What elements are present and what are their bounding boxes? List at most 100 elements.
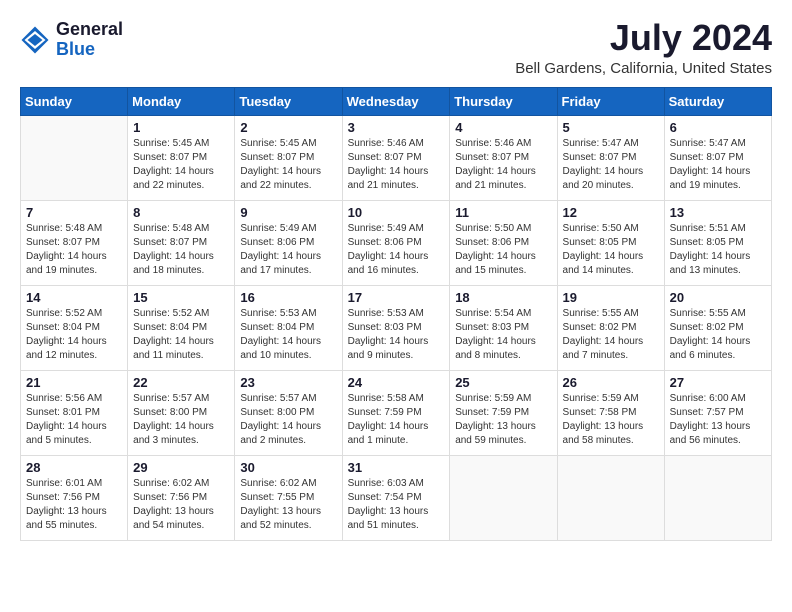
calendar-cell: 8 Sunrise: 5:48 AMSunset: 8:07 PMDaylight… — [128, 201, 235, 286]
day-info: Sunrise: 5:45 AMSunset: 8:07 PMDaylight:… — [240, 137, 336, 193]
day-info: Sunrise: 5:50 AMSunset: 8:06 PMDaylight:… — [455, 222, 551, 278]
day-number: 18 — [455, 290, 551, 305]
day-number: 9 — [240, 205, 336, 220]
calendar-header-saturday: Saturday — [664, 88, 771, 116]
day-info: Sunrise: 6:02 AMSunset: 7:56 PMDaylight:… — [133, 477, 229, 533]
day-number: 22 — [133, 375, 229, 390]
calendar-cell: 9Sunrise: 5:49 AMSunset: 8:06 PMDaylight… — [235, 201, 342, 286]
day-info: Sunrise: 5:45 AMSunset: 8:07 PMDaylight:… — [133, 137, 229, 193]
day-number: 19 — [563, 290, 659, 305]
location: Bell Gardens, California, United States — [515, 60, 772, 77]
day-number: 31 — [348, 460, 445, 475]
calendar-cell: 11 Sunrise: 5:50 AMSunset: 8:06 PMDayligh… — [450, 201, 557, 286]
calendar-cell: 6Sunrise: 5:47 AMSunset: 8:07 PMDaylight… — [664, 116, 771, 201]
calendar-cell — [664, 456, 771, 541]
calendar-cell: 24 Sunrise: 5:58 AMSunset: 7:59 PMDayligh… — [342, 371, 450, 456]
calendar-cell: 21Sunrise: 5:56 AMSunset: 8:01 PMDayligh… — [21, 371, 128, 456]
calendar-header-wednesday: Wednesday — [342, 88, 450, 116]
calendar-cell: 20 Sunrise: 5:55 AMSunset: 8:02 PMDayligh… — [664, 286, 771, 371]
week-row-2: 7 Sunrise: 5:48 AMSunset: 8:07 PMDaylight… — [21, 201, 772, 286]
calendar-cell — [450, 456, 557, 541]
day-number: 27 — [670, 375, 766, 390]
calendar-header-tuesday: Tuesday — [235, 88, 342, 116]
day-info: Sunrise: 5:48 AMSunset: 8:07 PMDaylight:… — [133, 222, 229, 278]
day-number: 16 — [240, 290, 336, 305]
day-number: 5 — [563, 120, 659, 135]
day-info: Sunrise: 5:47 AMSunset: 8:07 PMDaylight:… — [670, 137, 766, 193]
day-number: 3 — [348, 120, 445, 135]
calendar-cell: 19 Sunrise: 5:55 AMSunset: 8:02 PMDayligh… — [557, 286, 664, 371]
calendar-cell: 4Sunrise: 5:46 AMSunset: 8:07 PMDaylight… — [450, 116, 557, 201]
day-number: 14 — [26, 290, 122, 305]
day-number: 23 — [240, 375, 336, 390]
day-info: Sunrise: 5:58 AMSunset: 7:59 PMDaylight:… — [348, 392, 445, 448]
day-info: Sunrise: 6:02 AMSunset: 7:55 PMDaylight:… — [240, 477, 336, 533]
calendar-header-sunday: Sunday — [21, 88, 128, 116]
calendar-cell — [21, 116, 128, 201]
day-info: Sunrise: 5:55 AMSunset: 8:02 PMDaylight:… — [563, 307, 659, 363]
calendar-cell: 10 Sunrise: 5:49 AMSunset: 8:06 PMDayligh… — [342, 201, 450, 286]
day-number: 8 — [133, 205, 229, 220]
calendar-cell: 7 Sunrise: 5:48 AMSunset: 8:07 PMDaylight… — [21, 201, 128, 286]
day-number: 25 — [455, 375, 551, 390]
day-info: Sunrise: 5:54 AMSunset: 8:03 PMDaylight:… — [455, 307, 551, 363]
day-info: Sunrise: 6:03 AMSunset: 7:54 PMDaylight:… — [348, 477, 445, 533]
calendar-cell — [557, 456, 664, 541]
calendar-cell: 16 Sunrise: 5:53 AMSunset: 8:04 PMDayligh… — [235, 286, 342, 371]
calendar-cell: 28Sunrise: 6:01 AMSunset: 7:56 PMDayligh… — [21, 456, 128, 541]
day-info: Sunrise: 6:00 AMSunset: 7:57 PMDaylight:… — [670, 392, 766, 448]
calendar-cell: 12Sunrise: 5:50 AMSunset: 8:05 PMDayligh… — [557, 201, 664, 286]
logo-text: General Blue — [56, 20, 123, 60]
calendar-cell: 30 Sunrise: 6:02 AMSunset: 7:55 PMDayligh… — [235, 456, 342, 541]
logo-icon — [20, 25, 50, 55]
calendar-cell: 2Sunrise: 5:45 AMSunset: 8:07 PMDaylight… — [235, 116, 342, 201]
week-row-1: 1 Sunrise: 5:45 AMSunset: 8:07 PMDaylight… — [21, 116, 772, 201]
day-info: Sunrise: 5:53 AMSunset: 8:03 PMDaylight:… — [348, 307, 445, 363]
day-info: Sunrise: 5:59 AMSunset: 7:59 PMDaylight:… — [455, 392, 551, 448]
day-info: Sunrise: 5:49 AMSunset: 8:06 PMDaylight:… — [348, 222, 445, 278]
day-info: Sunrise: 5:52 AMSunset: 8:04 PMDaylight:… — [26, 307, 122, 363]
day-number: 20 — [670, 290, 766, 305]
month-title: July 2024 — [515, 20, 772, 56]
day-info: Sunrise: 5:56 AMSunset: 8:01 PMDaylight:… — [26, 392, 122, 448]
day-info: Sunrise: 5:59 AMSunset: 7:58 PMDaylight:… — [563, 392, 659, 448]
day-info: Sunrise: 5:57 AMSunset: 8:00 PMDaylight:… — [240, 392, 336, 448]
day-info: Sunrise: 5:53 AMSunset: 8:04 PMDaylight:… — [240, 307, 336, 363]
day-info: Sunrise: 5:51 AMSunset: 8:05 PMDaylight:… — [670, 222, 766, 278]
calendar-cell: 3Sunrise: 5:46 AMSunset: 8:07 PMDaylight… — [342, 116, 450, 201]
day-info: Sunrise: 5:47 AMSunset: 8:07 PMDaylight:… — [563, 137, 659, 193]
day-number: 11 — [455, 205, 551, 220]
calendar-cell: 14 Sunrise: 5:52 AMSunset: 8:04 PMDayligh… — [21, 286, 128, 371]
day-number: 1 — [133, 120, 229, 135]
day-number: 29 — [133, 460, 229, 475]
calendar-header-row: SundayMondayTuesdayWednesdayThursdayFrid… — [21, 88, 772, 116]
day-number: 17 — [348, 290, 445, 305]
day-info: Sunrise: 5:55 AMSunset: 8:02 PMDaylight:… — [670, 307, 766, 363]
week-row-4: 21Sunrise: 5:56 AMSunset: 8:01 PMDayligh… — [21, 371, 772, 456]
calendar-cell: 31 Sunrise: 6:03 AMSunset: 7:54 PMDayligh… — [342, 456, 450, 541]
calendar-table: SundayMondayTuesdayWednesdayThursdayFrid… — [20, 87, 772, 541]
day-number: 30 — [240, 460, 336, 475]
day-info: Sunrise: 5:48 AMSunset: 8:07 PMDaylight:… — [26, 222, 122, 278]
day-info: Sunrise: 5:52 AMSunset: 8:04 PMDaylight:… — [133, 307, 229, 363]
calendar-cell: 23 Sunrise: 5:57 AMSunset: 8:00 PMDayligh… — [235, 371, 342, 456]
day-number: 10 — [348, 205, 445, 220]
calendar-cell: 1 Sunrise: 5:45 AMSunset: 8:07 PMDaylight… — [128, 116, 235, 201]
logo-general: General — [56, 20, 123, 40]
calendar-cell: 15 Sunrise: 5:52 AMSunset: 8:04 PMDayligh… — [128, 286, 235, 371]
day-info: Sunrise: 5:57 AMSunset: 8:00 PMDaylight:… — [133, 392, 229, 448]
calendar-cell: 27 Sunrise: 6:00 AMSunset: 7:57 PMDayligh… — [664, 371, 771, 456]
calendar-cell: 26Sunrise: 5:59 AMSunset: 7:58 PMDayligh… — [557, 371, 664, 456]
day-number: 13 — [670, 205, 766, 220]
day-number: 7 — [26, 205, 122, 220]
calendar-cell: 5 Sunrise: 5:47 AMSunset: 8:07 PMDaylight… — [557, 116, 664, 201]
calendar-cell: 29 Sunrise: 6:02 AMSunset: 7:56 PMDayligh… — [128, 456, 235, 541]
day-number: 4 — [455, 120, 551, 135]
day-number: 15 — [133, 290, 229, 305]
week-row-5: 28Sunrise: 6:01 AMSunset: 7:56 PMDayligh… — [21, 456, 772, 541]
calendar-cell: 13 Sunrise: 5:51 AMSunset: 8:05 PMDayligh… — [664, 201, 771, 286]
day-number: 28 — [26, 460, 122, 475]
calendar-header-friday: Friday — [557, 88, 664, 116]
day-number: 24 — [348, 375, 445, 390]
calendar-cell: 25 Sunrise: 5:59 AMSunset: 7:59 PMDayligh… — [450, 371, 557, 456]
